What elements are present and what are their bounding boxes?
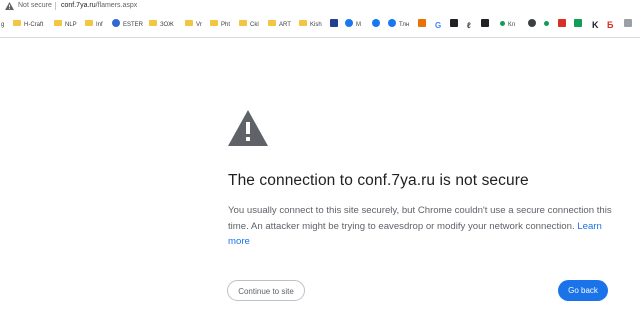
continue-to-site-button[interactable]: Continue to site	[227, 280, 305, 301]
go-back-button[interactable]: Go back	[558, 280, 608, 301]
bookmark-h-craft[interactable]: H-Craft	[13, 20, 43, 31]
bookmark-pht[interactable]: Pht	[210, 20, 230, 31]
orange-square-icon	[418, 19, 426, 28]
bookmark-pin[interactable]: ℓ	[467, 20, 471, 31]
bookmark-orange[interactable]	[418, 19, 429, 31]
bookmark-label: g	[1, 22, 5, 28]
bookmark-label: Vr	[196, 22, 202, 28]
dark-square-icon	[450, 19, 458, 28]
folder-icon	[54, 20, 62, 27]
bookmark-green-dot[interactable]	[544, 20, 552, 31]
dark-square-icon	[481, 19, 489, 28]
facebook-icon	[372, 19, 380, 28]
facebook-icon	[345, 19, 353, 28]
divider	[55, 2, 56, 10]
site-icon	[330, 19, 338, 28]
mail-icon	[558, 19, 566, 28]
bookmark-dark-2[interactable]	[481, 19, 492, 31]
security-status[interactable]: Not secure	[18, 1, 52, 11]
google-icon: G	[435, 21, 442, 30]
bookmark-label: ЗОЖ	[160, 22, 174, 28]
bookmark-inf[interactable]: Inf	[85, 20, 103, 31]
bookmark-label: Тлн	[399, 22, 410, 28]
bookmark-label: Pht	[221, 22, 231, 28]
bookmark-site-icon[interactable]	[330, 19, 341, 31]
folder-icon	[13, 20, 21, 27]
bookmark-ckl[interactable]: Ckl	[239, 20, 259, 31]
bookmark-label: M	[356, 22, 361, 28]
folder-icon	[149, 20, 157, 27]
bookmark-dark[interactable]	[450, 19, 461, 31]
folder-icon	[268, 20, 276, 27]
bookmark-label: ART	[279, 22, 291, 28]
globe-icon	[112, 19, 120, 28]
url-text[interactable]: conf.7ya.ru/flamers.aspx	[61, 1, 137, 11]
bookmark-k[interactable]: K	[592, 20, 599, 31]
folder-icon	[299, 20, 307, 27]
url-path: /flamers.aspx	[95, 2, 138, 9]
bookmark-kl[interactable]: Кл	[500, 20, 515, 31]
folder-icon	[239, 20, 247, 27]
folder-icon	[210, 20, 218, 27]
bookmark-g[interactable]: g	[1, 20, 4, 31]
gray-square-icon	[624, 19, 632, 28]
bookmarks-bar: g H-Craft NLP Inf ESTER ЗОЖ Vr Pht Ckl A…	[0, 13, 640, 38]
circle-icon	[528, 19, 536, 28]
bookmark-b[interactable]: Б	[607, 20, 613, 31]
bookmark-label: Kish	[310, 22, 322, 28]
description-text: You usually connect to this site securel…	[228, 203, 612, 250]
bookmark-gray[interactable]	[624, 19, 635, 31]
url-host: conf.7ya.ru	[61, 2, 96, 9]
folder-icon	[185, 20, 193, 27]
bookmark-facebook[interactable]	[372, 19, 383, 31]
bookmark-zozh[interactable]: ЗОЖ	[149, 20, 174, 31]
bookmark-label: Inf	[96, 22, 103, 28]
bookmark-label: ESTER	[123, 22, 144, 28]
bookmark-label: Кл	[508, 22, 515, 28]
address-bar[interactable]: Not secure conf.7ya.ru/flamers.aspx	[0, 0, 640, 13]
bookmark-circle[interactable]	[528, 19, 539, 31]
bookmark-nlp[interactable]: NLP	[54, 20, 77, 31]
facebook-icon	[388, 19, 396, 28]
bookmark-label: Ckl	[250, 22, 259, 28]
green-dot-icon	[544, 20, 549, 26]
description-body: You usually connect to this site securel…	[228, 205, 612, 232]
bookmark-vr[interactable]: Vr	[185, 20, 202, 31]
b-logo-icon: Б	[607, 20, 614, 30]
warning-icon	[228, 110, 268, 146]
bookmark-kish[interactable]: Kish	[299, 20, 322, 31]
bookmark-ester[interactable]: ESTER	[112, 19, 144, 31]
warning-icon[interactable]	[5, 2, 14, 10]
bookmark-plus[interactable]	[574, 19, 585, 31]
bookmark-google[interactable]: G	[435, 20, 441, 31]
page-title: The connection to conf.7ya.ru is not sec…	[228, 172, 529, 189]
bookmark-m[interactable]: M	[345, 19, 361, 31]
bookmark-label: H-Craft	[24, 22, 44, 28]
folder-icon	[85, 20, 93, 27]
bookmark-tln[interactable]: Тлн	[388, 19, 410, 31]
k-logo-icon: K	[592, 20, 599, 30]
bookmark-label: NLP	[65, 22, 77, 28]
green-dot-icon	[500, 20, 505, 26]
bookmark-art[interactable]: ART	[268, 20, 291, 31]
bookmark-mail[interactable]	[558, 19, 569, 31]
pin-icon: ℓ	[467, 21, 471, 30]
green-square-icon	[574, 19, 582, 28]
